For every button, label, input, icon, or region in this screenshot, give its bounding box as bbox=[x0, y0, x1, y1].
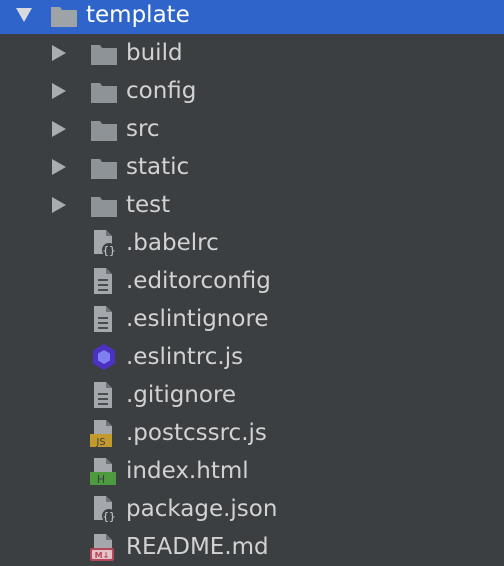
tree-folder-static[interactable]: static bbox=[0, 148, 504, 186]
folder-label: build bbox=[126, 40, 183, 66]
file-label: package.json bbox=[126, 496, 278, 522]
file-label: .postcssrc.js bbox=[126, 420, 267, 446]
svg-text:{}: {} bbox=[102, 510, 115, 523]
folder-icon bbox=[90, 114, 118, 144]
tree-file-index-html[interactable]: H index.html bbox=[0, 452, 504, 490]
html-badge-text: H bbox=[97, 473, 105, 486]
project-tree: template build config src static test {}… bbox=[0, 0, 504, 566]
tree-root-label: template bbox=[86, 2, 190, 28]
json-config-file-icon: {} bbox=[90, 494, 118, 524]
file-label: .eslintignore bbox=[126, 306, 269, 332]
svg-text:{}: {} bbox=[102, 244, 115, 257]
tree-folder-config[interactable]: config bbox=[0, 72, 504, 110]
tree-file-babelrc[interactable]: {} .babelrc bbox=[0, 224, 504, 262]
tree-file-eslintignore[interactable]: .eslintignore bbox=[0, 300, 504, 338]
json-config-file-icon: {} bbox=[90, 228, 118, 258]
folder-icon bbox=[90, 38, 118, 68]
js-badge-text: JS bbox=[95, 437, 105, 448]
javascript-file-icon: JS bbox=[90, 418, 118, 448]
markdown-file-icon: M↓ bbox=[90, 532, 118, 562]
text-file-icon bbox=[90, 380, 118, 410]
file-label: .gitignore bbox=[126, 382, 237, 408]
tree-file-postcssrc[interactable]: JS .postcssrc.js bbox=[0, 414, 504, 452]
file-label: .eslintrc.js bbox=[126, 344, 244, 370]
folder-icon bbox=[90, 152, 118, 182]
folder-icon bbox=[90, 190, 118, 220]
expand-arrow-right-icon[interactable] bbox=[52, 45, 66, 61]
file-label: index.html bbox=[126, 458, 249, 484]
folder-label: config bbox=[126, 78, 197, 104]
file-label: .editorconfig bbox=[126, 268, 271, 294]
tree-folder-build[interactable]: build bbox=[0, 34, 504, 72]
expand-arrow-right-icon[interactable] bbox=[52, 121, 66, 137]
tree-file-editorconfig[interactable]: .editorconfig bbox=[0, 262, 504, 300]
folder-label: src bbox=[126, 116, 160, 142]
html-file-icon: H bbox=[90, 456, 118, 486]
tree-root-template[interactable]: template bbox=[0, 0, 504, 34]
folder-icon bbox=[50, 0, 78, 30]
tree-folder-src[interactable]: src bbox=[0, 110, 504, 148]
markdown-badge-text: M↓ bbox=[95, 551, 110, 560]
tree-folder-test[interactable]: test bbox=[0, 186, 504, 224]
tree-file-gitignore[interactable]: .gitignore bbox=[0, 376, 504, 414]
tree-file-package-json[interactable]: {} package.json bbox=[0, 490, 504, 528]
folder-label: static bbox=[126, 154, 190, 180]
folder-icon bbox=[90, 76, 118, 106]
tree-file-eslintrc[interactable]: .eslintrc.js bbox=[0, 338, 504, 376]
file-label: .babelrc bbox=[126, 230, 219, 256]
expand-arrow-down-icon[interactable] bbox=[16, 8, 32, 22]
text-file-icon bbox=[90, 266, 118, 296]
folder-label: test bbox=[126, 192, 171, 218]
eslint-hexagon-icon bbox=[90, 342, 118, 372]
expand-arrow-right-icon[interactable] bbox=[52, 159, 66, 175]
expand-arrow-right-icon[interactable] bbox=[52, 197, 66, 213]
expand-arrow-right-icon[interactable] bbox=[52, 83, 66, 99]
file-label: README.md bbox=[126, 534, 269, 560]
text-file-icon bbox=[90, 304, 118, 334]
tree-file-readme[interactable]: M↓ README.md bbox=[0, 528, 504, 566]
